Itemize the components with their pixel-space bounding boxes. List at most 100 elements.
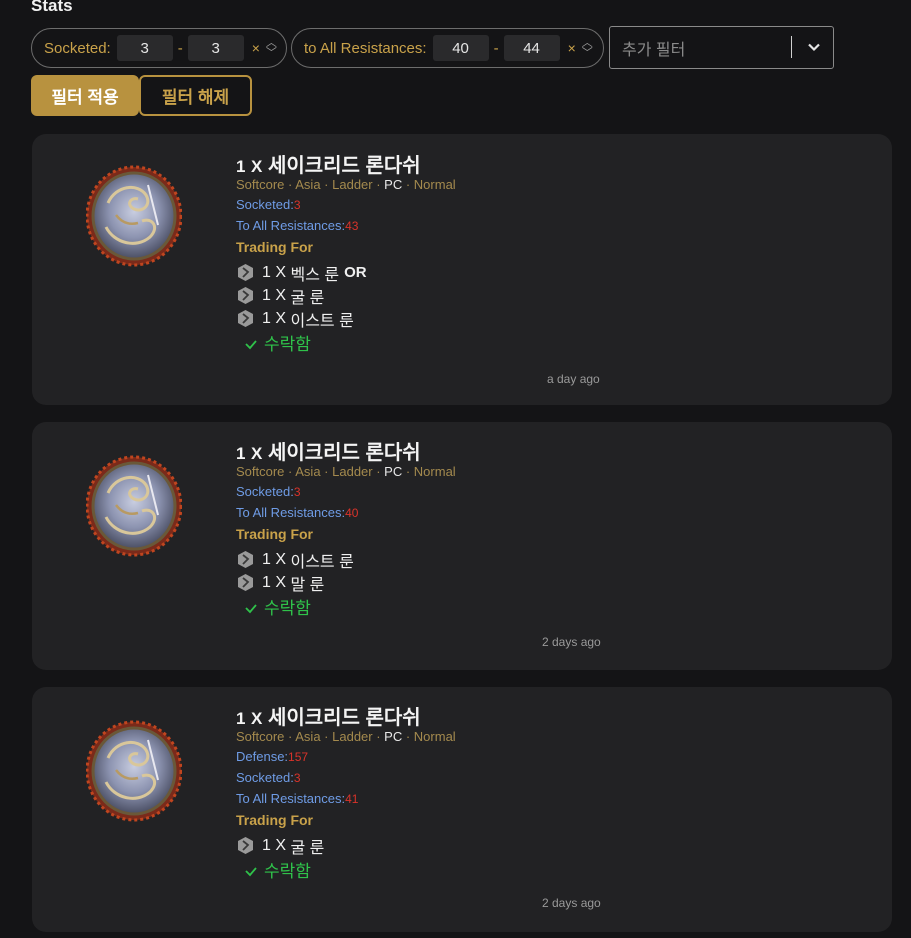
item-title[interactable]: 1 X 세이크리드 론다쉬 — [236, 149, 456, 177]
listing-card[interactable]: 1 X 세이크리드 론다쉬 Softcore · Asia · Ladder · … — [32, 687, 892, 932]
stat-label: Socketed: — [236, 484, 294, 499]
meta-tag: Normal — [413, 464, 456, 479]
remove-filter-icon[interactable]: × — [252, 40, 260, 56]
accepted-status: 수락함 — [236, 330, 456, 354]
meta-tag: Softcore — [236, 729, 285, 744]
stat-label: To All Resistances: — [236, 218, 346, 233]
gul-rune-icon — [236, 836, 255, 855]
add-filter-select[interactable]: 추가 필터 — [609, 26, 834, 69]
filter-label: to All Resistances: — [304, 39, 427, 57]
trading-for-label: Trading For — [236, 526, 313, 542]
rune-times: X — [275, 836, 287, 854]
range-dash: - — [493, 39, 499, 57]
meta-separator: · — [372, 464, 385, 479]
gul-rune-icon — [236, 286, 255, 305]
rune-qty: 1 — [262, 550, 271, 568]
listing-card[interactable]: 1 X 세이크리드 론다쉬 Softcore · Asia · Ladder · … — [32, 134, 892, 405]
stat-value: 41 — [345, 792, 359, 806]
meta-separator: · — [372, 177, 385, 192]
trade-rune: 1 X 말 룬 — [236, 571, 456, 594]
stat-label: To All Resistances: — [236, 505, 346, 520]
apply-filter-button[interactable]: 필터 적용 — [31, 75, 139, 116]
rune-qty: 1 — [262, 263, 271, 281]
rune-qty: 1 — [262, 309, 271, 327]
rune-times: X — [275, 550, 287, 568]
item-title[interactable]: 1 X 세이크리드 론다쉬 — [236, 701, 456, 729]
accepted-status: 수락함 — [236, 594, 456, 618]
trade-rune: 1 X 벡스 룬 OR — [236, 261, 456, 284]
meta-tag: Asia — [295, 464, 321, 479]
item-title[interactable]: 1 X 세이크리드 론다쉬 — [236, 436, 456, 464]
chevron-down-icon[interactable] — [806, 39, 822, 55]
meta-tag: Ladder — [332, 177, 373, 192]
select-separator — [791, 36, 792, 58]
stat-label: To All Resistances: — [236, 791, 346, 806]
rune-times: X — [275, 286, 287, 304]
meta-tag: PC — [384, 729, 403, 744]
socketed-max-input[interactable]: 3 — [187, 35, 244, 61]
item-stat: Socketed:3 — [236, 484, 456, 505]
rune-times: X — [275, 573, 287, 591]
filter-label: Socketed: — [44, 39, 111, 57]
trading-for-label: Trading For — [236, 812, 313, 828]
trade-rune: 1 X 굴 룬 — [236, 284, 456, 307]
rune-qty: 1 — [262, 836, 271, 854]
item-stat: Socketed:3 — [236, 197, 456, 218]
meta-separator: · — [402, 729, 414, 744]
item-name: 세이크리드 론다쉬 — [267, 707, 421, 729]
stepper-icon[interactable]: ︿ ﹀ — [266, 38, 277, 59]
meta-tag: Normal — [413, 729, 456, 744]
rune-name: 이스트 룬 — [290, 553, 354, 571]
stat-label: Defense: — [236, 749, 289, 764]
status-text: 수락함 — [264, 861, 311, 881]
stat-label: Socketed: — [236, 770, 294, 785]
stepper-icon[interactable]: ︿ ﹀ — [582, 38, 593, 59]
item-qty: 1 — [236, 157, 246, 176]
item-thumbnail — [85, 720, 183, 822]
trade-rune: 1 X 이스트 룬 — [236, 307, 456, 330]
stat-label: Socketed: — [236, 197, 294, 212]
ist-rune-icon — [236, 550, 255, 569]
rune-name: 벡스 룬 — [290, 266, 340, 284]
stat-value: 3 — [293, 485, 301, 499]
check-icon — [245, 604, 257, 614]
listing-meta: Softcore · Asia · Ladder · PC · Normal — [236, 177, 456, 197]
meta-tag: PC — [384, 464, 403, 479]
rune-name: 굴 룬 — [290, 289, 325, 307]
meta-separator: · — [372, 729, 385, 744]
range-dash: - — [177, 39, 183, 57]
meta-tag: PC — [384, 177, 403, 192]
trade-rune: 1 X 이스트 룬 — [236, 548, 456, 571]
trade-rune: 1 X 굴 룬 — [236, 834, 456, 857]
item-thumbnail — [85, 455, 183, 557]
clear-filter-button[interactable]: 필터 해제 — [139, 75, 252, 116]
stat-value: 3 — [293, 198, 301, 212]
ist-rune-icon — [236, 309, 255, 328]
item-name: 세이크리드 론다쉬 — [267, 442, 421, 464]
socketed-min-input[interactable]: 3 — [116, 35, 173, 61]
resistances-max-input[interactable]: 44 — [503, 35, 560, 61]
rune-qty: 1 — [262, 573, 271, 591]
rune-qty: 1 — [262, 286, 271, 304]
item-times: X — [251, 444, 263, 463]
meta-tag: Ladder — [332, 729, 373, 744]
resistances-min-input[interactable]: 40 — [432, 35, 489, 61]
resistances-filter: to All Resistances: 40 - 44 × ︿ ﹀ — [291, 28, 604, 68]
meta-tag: Normal — [413, 177, 456, 192]
listing-card[interactable]: 1 X 세이크리드 론다쉬 Softcore · Asia · Ladder · … — [32, 422, 892, 670]
meta-separator: · — [402, 177, 414, 192]
rune-times: X — [275, 263, 287, 281]
socketed-filter: Socketed: 3 - 3 × ︿ ﹀ — [31, 28, 287, 68]
listing-time: a day ago — [547, 372, 600, 386]
rune-or: OR — [344, 264, 367, 281]
stat-value: 157 — [288, 750, 309, 764]
mal-rune-icon — [236, 573, 255, 592]
meta-tag: Ladder — [332, 464, 373, 479]
remove-filter-icon[interactable]: × — [568, 40, 576, 56]
item-times: X — [251, 709, 263, 728]
item-thumbnail — [85, 165, 183, 267]
stat-value: 3 — [293, 771, 301, 785]
rune-times: X — [275, 309, 287, 327]
meta-tag: Asia — [295, 177, 321, 192]
item-name: 세이크리드 론다쉬 — [267, 155, 421, 177]
